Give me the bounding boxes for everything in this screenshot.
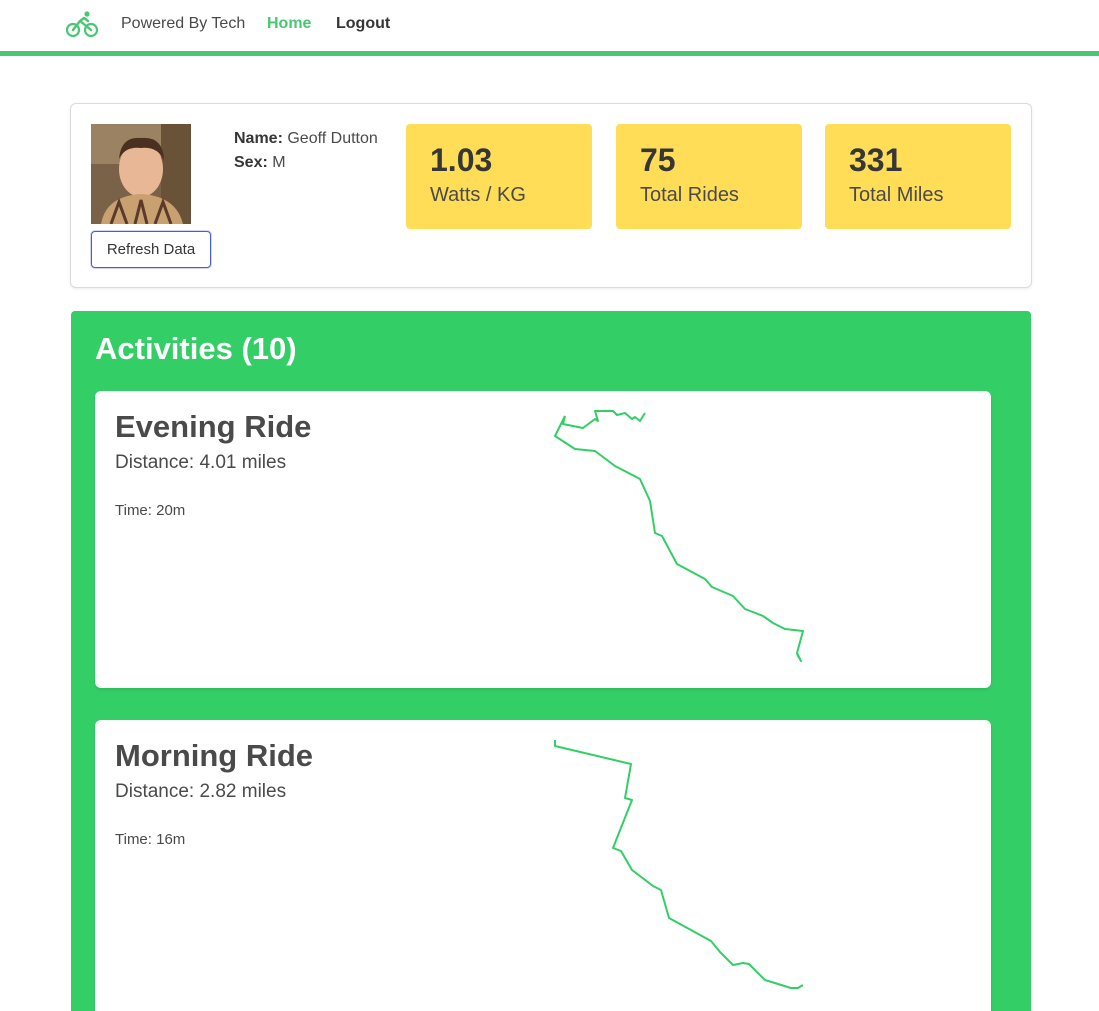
name-value: Geoff Dutton — [287, 130, 378, 147]
refresh-data-button[interactable]: Refresh Data — [91, 231, 211, 268]
stat-label: Watts / KG — [430, 184, 526, 206]
profile-info: Name: Geoff Dutton Sex: M — [234, 127, 378, 175]
nav-home-link[interactable]: Home — [267, 15, 311, 33]
route-map-line — [554, 410, 804, 662]
sex-value: M — [272, 154, 286, 171]
activities-title: Activities (10) — [95, 331, 297, 366]
activity-card[interactable]: Morning Ride Distance: 2.82 miles Time: … — [95, 720, 991, 1011]
stat-value: 331 — [849, 142, 903, 178]
stat-label: Total Rides — [640, 184, 739, 206]
sex-row: Sex: M — [234, 151, 378, 175]
activities-section: Activities (10) Evening Ride Distance: 4… — [71, 311, 1031, 1011]
avatar — [91, 124, 191, 224]
name-label: Name: — [234, 130, 283, 147]
stat-watts-per-kg: 1.03 Watts / KG — [406, 124, 592, 229]
bicycle-icon[interactable] — [66, 10, 98, 38]
stat-total-rides: 75 Total Rides — [616, 124, 802, 229]
nav-logout-link[interactable]: Logout — [336, 15, 390, 33]
activity-card[interactable]: Evening Ride Distance: 4.01 miles Time: … — [95, 391, 991, 688]
name-row: Name: Geoff Dutton — [234, 127, 378, 151]
stat-value: 1.03 — [430, 142, 493, 178]
sex-label: Sex: — [234, 154, 268, 171]
profile-box: Refresh Data Name: Geoff Dutton Sex: M 1… — [70, 103, 1032, 288]
route-map-line — [554, 740, 804, 989]
stat-label: Total Miles — [849, 184, 944, 206]
brand-text: Powered By Tech — [121, 15, 246, 32]
stat-value: 75 — [640, 142, 676, 178]
navbar: Powered By Tech Home Logout — [0, 0, 1099, 56]
stat-total-miles: 331 Total Miles — [825, 124, 1011, 229]
